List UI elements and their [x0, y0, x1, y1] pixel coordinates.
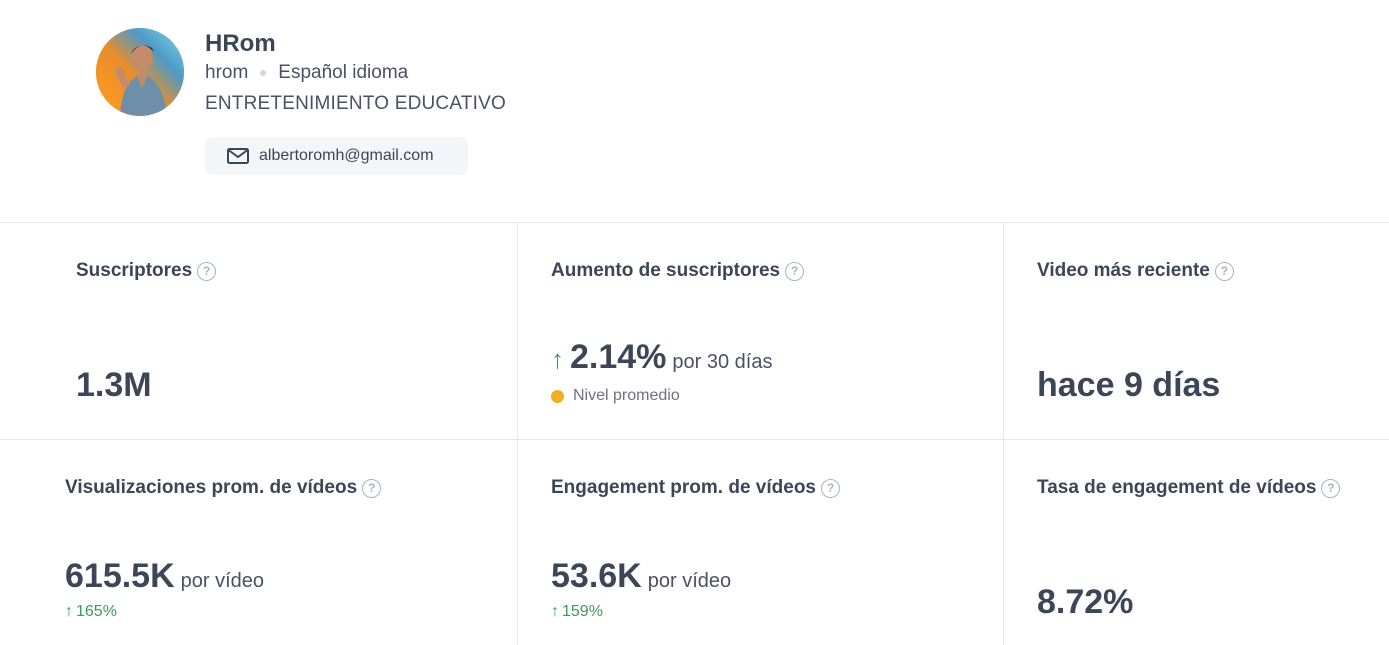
- stat-unit: por vídeo: [180, 570, 265, 592]
- trend-indicator: ↑ 159%: [551, 603, 603, 621]
- help-icon[interactable]: ?: [785, 261, 805, 281]
- stat-label: Suscriptores ?: [76, 260, 217, 282]
- level-dot: [551, 389, 564, 403]
- stat-subscriber-growth: Aumento de suscriptores ? ↑ 2.14% por 30…: [518, 223, 1004, 440]
- stat-value: 1.3M: [76, 366, 152, 404]
- stat-value: hace 9 días: [1037, 366, 1221, 404]
- stat-value-row: 53.6K por vídeo: [551, 557, 731, 596]
- profile-header: HRom hrom Español idioma ENTRETENIMIENTO…: [0, 0, 1389, 222]
- stat-label: Tasa de engagement de vídeos ?: [1037, 477, 1341, 499]
- stat-unit: por 30 días: [672, 351, 773, 373]
- stat-value: 53.6K: [551, 557, 642, 595]
- help-icon[interactable]: ?: [1321, 478, 1341, 498]
- channel-language: Español idioma: [278, 62, 409, 83]
- email-text: albertoromh@gmail.com: [259, 147, 434, 164]
- channel-category: ENTRETENIMIENTO EDUCATIVO: [205, 93, 506, 114]
- stat-value-row: ↑ 2.14% por 30 días: [551, 338, 772, 377]
- stat-label-text: Suscriptores: [76, 260, 193, 281]
- arrow-up-icon: ↑: [551, 603, 559, 620]
- trend-indicator: ↑ 165%: [65, 603, 117, 621]
- level-indicator: Nivel promedio: [551, 387, 680, 405]
- stat-label-text: Video más reciente: [1037, 260, 1210, 281]
- stat-value: 2.14%: [570, 338, 667, 376]
- email-button[interactable]: albertoromh@gmail.com: [205, 137, 468, 175]
- level-text: Nivel promedio: [573, 387, 680, 404]
- stat-unit: por vídeo: [647, 570, 732, 592]
- stat-value-row: 615.5K por vídeo: [65, 557, 264, 596]
- stat-label-text: Tasa de engagement de vídeos: [1037, 477, 1317, 498]
- stat-label: Video más reciente ?: [1037, 260, 1234, 282]
- channel-handle: hrom: [205, 62, 249, 83]
- stat-label: Engagement prom. de vídeos ?: [551, 477, 840, 499]
- stat-value: 8.72%: [1037, 583, 1134, 621]
- channel-meta: hrom Español idioma: [205, 62, 408, 84]
- help-icon[interactable]: ?: [821, 478, 840, 498]
- stats-grid: Suscriptores ? 1.3M Aumento de suscripto…: [0, 222, 1389, 645]
- stat-label: Visualizaciones prom. de vídeos ?: [65, 477, 382, 499]
- channel-name: HRom: [205, 30, 276, 57]
- stat-label-text: Aumento de suscriptores: [551, 260, 781, 281]
- stat-label-text: Engagement prom. de vídeos: [551, 477, 816, 498]
- stat-avg-engagement: Engagement prom. de vídeos ? 53.6K por v…: [518, 440, 1004, 645]
- stat-subscribers: Suscriptores ? 1.3M: [0, 223, 518, 440]
- avatar-image: [96, 28, 184, 116]
- mail-icon: [227, 148, 249, 164]
- help-icon[interactable]: ?: [197, 261, 217, 281]
- help-icon[interactable]: ?: [362, 478, 382, 498]
- stat-avg-views: Visualizaciones prom. de vídeos ? 615.5K…: [0, 440, 518, 645]
- trend-value: 165%: [76, 603, 117, 620]
- avatar[interactable]: [96, 28, 184, 116]
- arrow-up-icon: ↑: [551, 344, 564, 374]
- stat-most-recent-video: Video más reciente ? hace 9 días: [1004, 223, 1389, 440]
- arrow-up-icon: ↑: [65, 603, 73, 620]
- separator-dot: [260, 70, 267, 76]
- stat-label: Aumento de suscriptores ?: [551, 260, 805, 282]
- stat-label-text: Visualizaciones prom. de vídeos: [65, 477, 358, 498]
- trend-value: 159%: [562, 603, 603, 620]
- help-icon[interactable]: ?: [1214, 261, 1234, 281]
- stat-value: 615.5K: [65, 557, 175, 595]
- stat-engagement-rate: Tasa de engagement de vídeos ? 8.72%: [1004, 440, 1389, 645]
